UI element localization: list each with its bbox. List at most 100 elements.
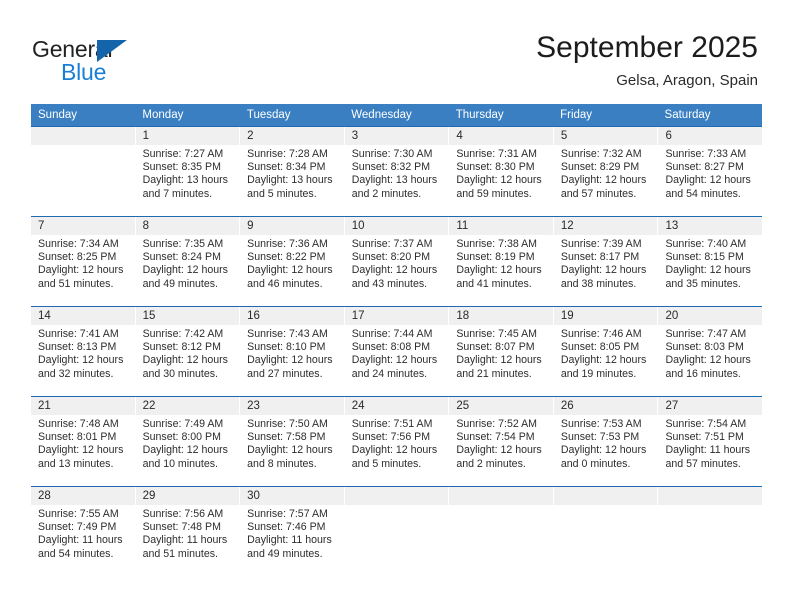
- day-number: 19: [553, 307, 658, 325]
- daylight-duration-line1: Daylight: 12 hours: [560, 264, 647, 277]
- sunset-time: Sunset: 8:13 PM: [38, 341, 117, 354]
- daylight-duration-line2: and 49 minutes.: [247, 547, 323, 560]
- sunset-time: Sunset: 7:53 PM: [560, 431, 640, 444]
- calendar-week-row: 1 Sunrise: 7:27 AM Sunset: 8:35 PM Daylight…: [31, 126, 763, 216]
- calendar-day-cell[interactable]: 29 Sunrise: 7:56 AM Sunset: 7:48 PM Dayligh…: [135, 487, 241, 572]
- daylight-duration-line1: Daylight: 13 hours: [351, 174, 438, 187]
- calendar-day-cell-empty: [658, 487, 763, 572]
- calendar-day-cell[interactable]: 5 Sunrise: 7:32 AM Sunset: 8:29 PM Daylight…: [553, 127, 659, 216]
- calendar-day-cell[interactable]: 19 Sunrise: 7:46 AM Sunset: 8:05 PM Dayligh…: [553, 307, 659, 396]
- calendar-day-cell-empty: [449, 487, 554, 572]
- calendar-day-cell[interactable]: 16 Sunrise: 7:43 AM Sunset: 8:10 PM Dayligh…: [240, 307, 345, 396]
- sunrise-time: Sunrise: 7:54 AM: [665, 418, 747, 430]
- day-details: Sunrise: 7:36 AM Sunset: 8:22 PM Daylight:…: [240, 235, 344, 291]
- day-number: 4: [449, 127, 553, 145]
- calendar-day-cell[interactable]: 24 Sunrise: 7:51 AM Sunset: 7:56 PM Dayligh…: [344, 397, 450, 486]
- daylight-duration-line2: and 7 minutes.: [142, 187, 213, 200]
- weekday-header-sunday: Sunday: [38, 109, 78, 121]
- daylight-duration-line1: Daylight: 11 hours: [247, 534, 332, 547]
- day-number: [31, 127, 135, 145]
- sunset-time: Sunset: 7:58 PM: [247, 431, 326, 444]
- sunset-time: Sunset: 7:51 PM: [665, 431, 744, 444]
- calendar-day-cell[interactable]: 26 Sunrise: 7:53 AM Sunset: 7:53 PM Dayligh…: [553, 397, 659, 486]
- page-subtitle: Gelsa, Aragon, Spain: [616, 72, 758, 89]
- day-number: 14: [31, 307, 135, 325]
- sunset-time: Sunset: 7:46 PM: [247, 521, 326, 534]
- day-details: Sunrise: 7:50 AM Sunset: 7:58 PM Daylight:…: [240, 415, 344, 471]
- calendar-day-cell[interactable]: 2 Sunrise: 7:28 AM Sunset: 8:34 PM Daylight…: [240, 127, 345, 216]
- calendar-day-cell[interactable]: 14 Sunrise: 7:41 AM Sunset: 8:13 PM Dayligh…: [31, 307, 136, 396]
- day-number: 27: [658, 397, 763, 415]
- daylight-duration-line2: and 8 minutes.: [247, 457, 317, 470]
- calendar-day-cell[interactable]: 17 Sunrise: 7:44 AM Sunset: 8:08 PM Dayligh…: [344, 307, 450, 396]
- generalblue-logo[interactable]: General Blue: [32, 36, 192, 85]
- daylight-duration-line2: and 43 minutes.: [351, 277, 428, 290]
- sunset-time: Sunset: 8:27 PM: [665, 161, 744, 174]
- calendar-day-cell[interactable]: 12 Sunrise: 7:39 AM Sunset: 8:17 PM Dayligh…: [553, 217, 659, 306]
- daylight-duration-line1: Daylight: 12 hours: [456, 444, 542, 457]
- calendar-day-cell[interactable]: 25 Sunrise: 7:52 AM Sunset: 7:54 PM Dayligh…: [449, 397, 554, 486]
- sunrise-time: Sunrise: 7:57 AM: [247, 508, 328, 520]
- calendar-day-cell[interactable]: 9 Sunrise: 7:36 AM Sunset: 8:22 PM Daylight…: [240, 217, 345, 306]
- calendar-day-cell[interactable]: 10 Sunrise: 7:37 AM Sunset: 8:20 PM Dayligh…: [344, 217, 450, 306]
- sunrise-time: Sunrise: 7:52 AM: [456, 418, 537, 430]
- sunrise-time: Sunrise: 7:51 AM: [351, 418, 433, 430]
- calendar-day-cell[interactable]: 20 Sunrise: 7:47 AM Sunset: 8:03 PM Dayligh…: [658, 307, 763, 396]
- sunrise-time: Sunrise: 7:31 AM: [456, 148, 537, 160]
- calendar-day-cell[interactable]: 22 Sunrise: 7:49 AM Sunset: 8:00 PM Dayligh…: [135, 397, 241, 486]
- day-number: 29: [135, 487, 240, 505]
- sunrise-time: Sunrise: 7:39 AM: [560, 238, 642, 250]
- calendar-day-cell-empty: [553, 487, 659, 572]
- calendar-day-cell[interactable]: 28 Sunrise: 7:55 AM Sunset: 7:49 PM Dayligh…: [31, 487, 136, 572]
- day-details: Sunrise: 7:53 AM Sunset: 7:53 PM Daylight:…: [554, 415, 658, 471]
- daylight-duration-line1: Daylight: 12 hours: [456, 174, 542, 187]
- day-number: 17: [344, 307, 449, 325]
- day-details: Sunrise: 7:39 AM Sunset: 8:17 PM Daylight:…: [554, 235, 658, 291]
- calendar-day-cell[interactable]: 3 Sunrise: 7:30 AM Sunset: 8:32 PM Daylight…: [344, 127, 450, 216]
- day-number: [449, 487, 553, 505]
- calendar-day-cell[interactable]: 11 Sunrise: 7:38 AM Sunset: 8:19 PM Dayligh…: [449, 217, 554, 306]
- calendar-day-cell[interactable]: 7 Sunrise: 7:34 AM Sunset: 8:25 PM Daylight…: [31, 217, 136, 306]
- day-details: Sunrise: 7:37 AM Sunset: 8:20 PM Daylight:…: [345, 235, 449, 291]
- sunrise-time: Sunrise: 7:46 AM: [560, 328, 642, 340]
- sunset-time: Sunset: 7:54 PM: [456, 431, 535, 444]
- sunset-time: Sunset: 8:34 PM: [247, 161, 326, 174]
- day-details: Sunrise: 7:40 AM Sunset: 8:15 PM Daylight:…: [658, 235, 762, 291]
- calendar-day-cell[interactable]: 1 Sunrise: 7:27 AM Sunset: 8:35 PM Daylight…: [135, 127, 241, 216]
- calendar-day-cell[interactable]: 4 Sunrise: 7:31 AM Sunset: 8:30 PM Daylight…: [449, 127, 554, 216]
- daylight-duration-line2: and 27 minutes.: [247, 367, 323, 380]
- daylight-duration-line1: Daylight: 12 hours: [247, 354, 333, 367]
- calendar-day-cell[interactable]: 21 Sunrise: 7:48 AM Sunset: 8:01 PM Dayligh…: [31, 397, 136, 486]
- calendar-day-cell[interactable]: 13 Sunrise: 7:40 AM Sunset: 8:15 PM Dayligh…: [658, 217, 763, 306]
- daylight-duration-line2: and 10 minutes.: [142, 457, 218, 470]
- sunrise-time: Sunrise: 7:41 AM: [38, 328, 119, 340]
- day-details: Sunrise: 7:44 AM Sunset: 8:08 PM Daylight:…: [345, 325, 449, 381]
- sunset-time: Sunset: 8:20 PM: [351, 251, 431, 264]
- daylight-duration-line2: and 51 minutes.: [142, 547, 218, 560]
- daylight-duration-line2: and 38 minutes.: [560, 277, 637, 290]
- sunrise-time: Sunrise: 7:36 AM: [247, 238, 328, 250]
- daylight-duration-line1: Daylight: 11 hours: [38, 534, 123, 547]
- day-details: Sunrise: 7:49 AM Sunset: 8:00 PM Daylight:…: [136, 415, 240, 471]
- daylight-duration-line2: and 0 minutes.: [560, 457, 631, 470]
- day-details: Sunrise: 7:48 AM Sunset: 8:01 PM Daylight:…: [31, 415, 135, 471]
- day-number: 18: [449, 307, 553, 325]
- daylight-duration-line1: Daylight: 12 hours: [665, 174, 751, 187]
- calendar-day-cell[interactable]: 8 Sunrise: 7:35 AM Sunset: 8:24 PM Daylight…: [135, 217, 241, 306]
- day-details: Sunrise: 7:27 AM Sunset: 8:35 PM Daylight:…: [136, 145, 240, 201]
- sunrise-time: Sunrise: 7:30 AM: [351, 148, 433, 160]
- calendar-day-cell[interactable]: 27 Sunrise: 7:54 AM Sunset: 7:51 PM Dayligh…: [658, 397, 763, 486]
- sunrise-time: Sunrise: 7:56 AM: [142, 508, 224, 520]
- calendar-day-cell[interactable]: 18 Sunrise: 7:45 AM Sunset: 8:07 PM Dayligh…: [449, 307, 554, 396]
- calendar-day-cell[interactable]: 15 Sunrise: 7:42 AM Sunset: 8:12 PM Dayligh…: [135, 307, 241, 396]
- page-header: General Blue September 2025 Gelsa, Arago…: [0, 0, 792, 96]
- calendar-day-cell[interactable]: 30 Sunrise: 7:57 AM Sunset: 7:46 PM Dayligh…: [240, 487, 345, 572]
- day-details: Sunrise: 7:55 AM Sunset: 7:49 PM Daylight:…: [31, 505, 135, 561]
- calendar-week-row: 7 Sunrise: 7:34 AM Sunset: 8:25 PM Daylight…: [31, 216, 763, 306]
- sunrise-time: Sunrise: 7:53 AM: [560, 418, 642, 430]
- daylight-duration-line1: Daylight: 12 hours: [142, 264, 228, 277]
- calendar-day-cell[interactable]: 23 Sunrise: 7:50 AM Sunset: 7:58 PM Dayligh…: [240, 397, 345, 486]
- sunset-time: Sunset: 7:48 PM: [142, 521, 221, 534]
- calendar-day-cell[interactable]: 6 Sunrise: 7:33 AM Sunset: 8:27 PM Daylight…: [658, 127, 763, 216]
- sunrise-time: Sunrise: 7:50 AM: [247, 418, 328, 430]
